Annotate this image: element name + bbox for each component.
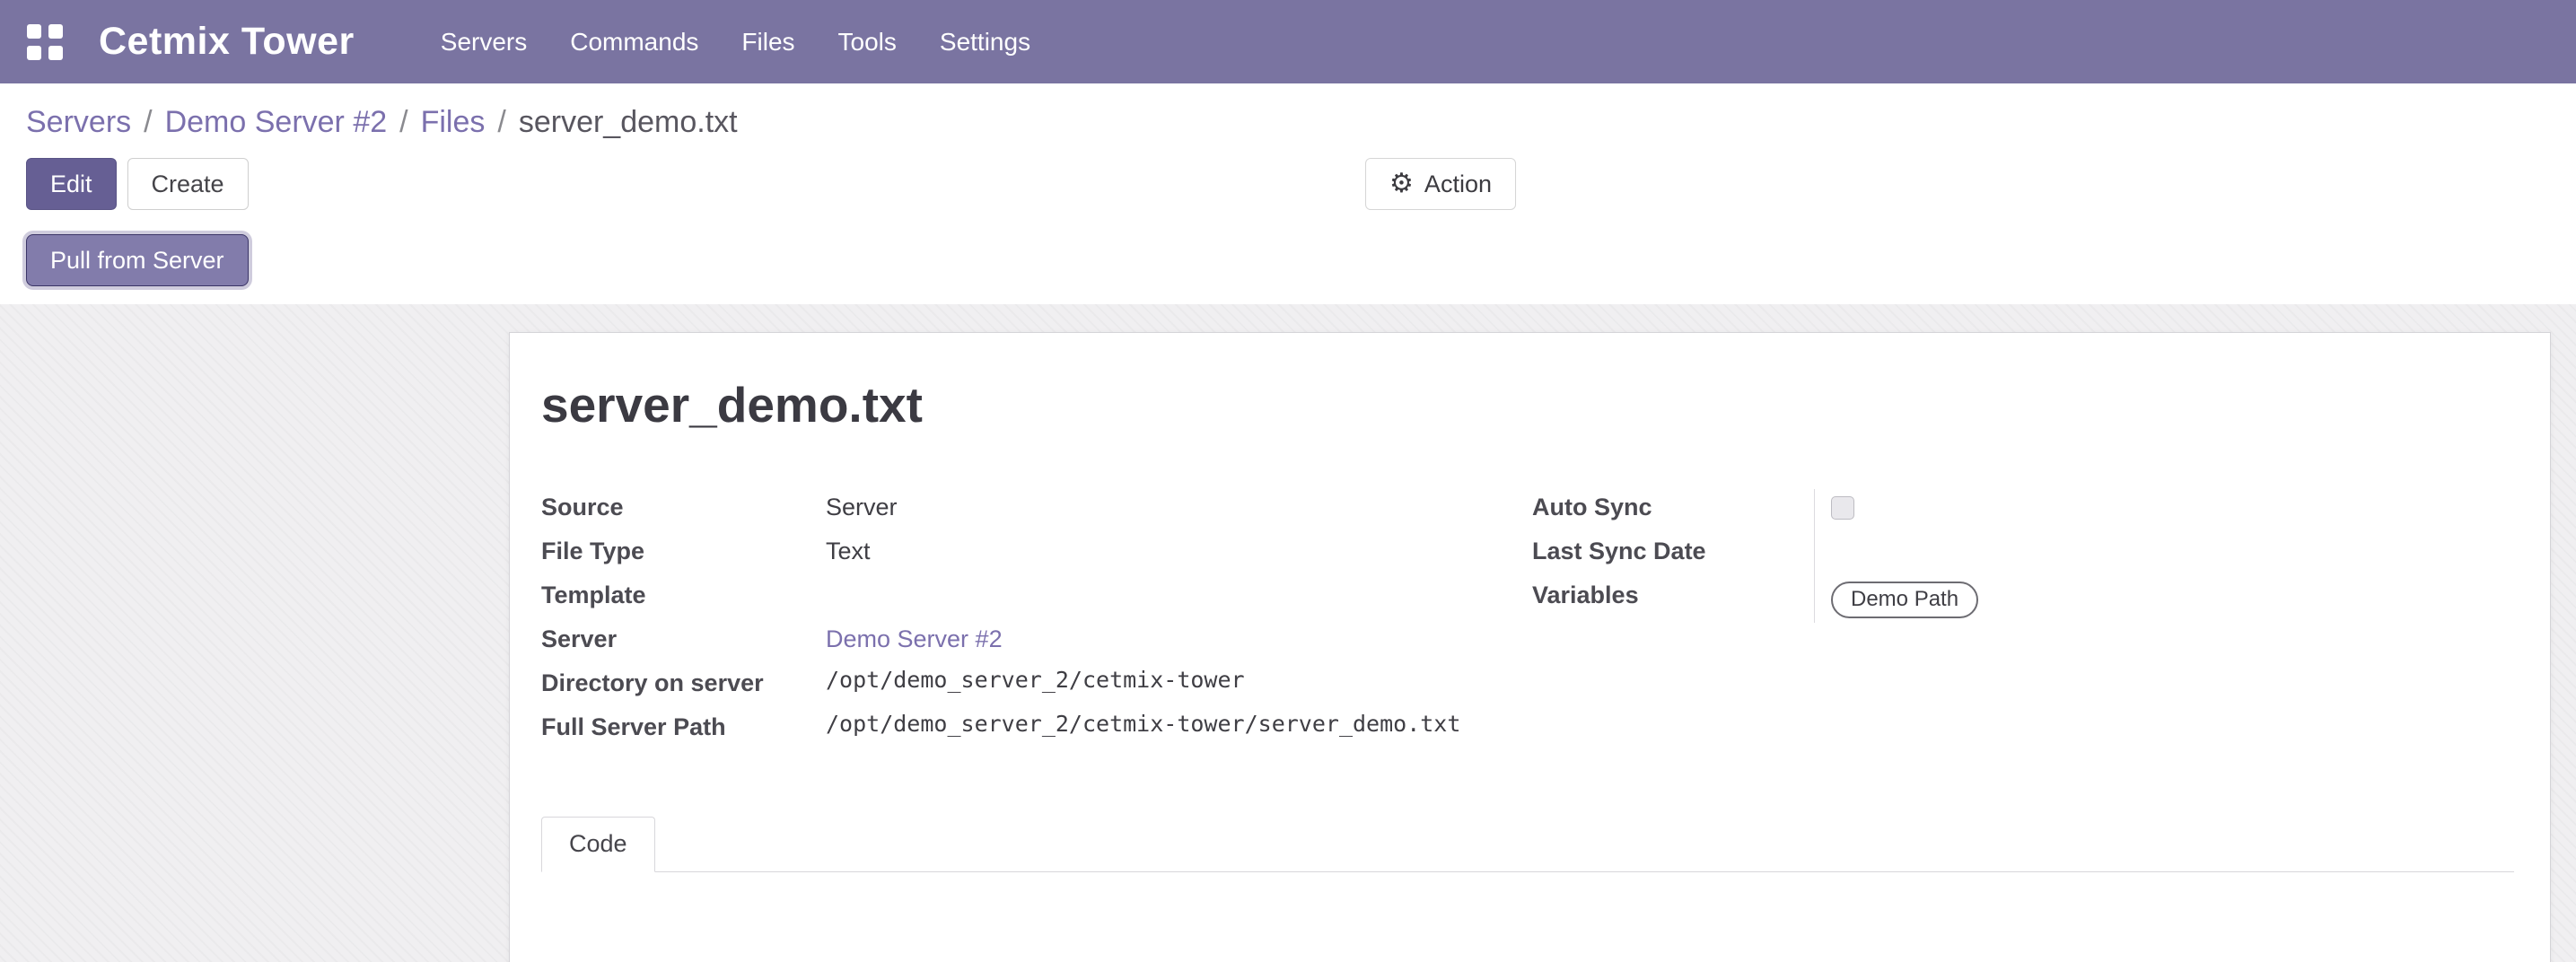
field-label-file-type: File Type (541, 533, 826, 577)
toolbar: Edit Create ⚙ Action (26, 158, 2576, 210)
edit-button[interactable]: Edit (26, 158, 117, 210)
create-button[interactable]: Create (127, 158, 249, 210)
control-panel: Servers / Demo Server #2 / Files / serve… (0, 83, 2576, 304)
field-value-template (826, 577, 1532, 621)
field-label-auto-sync: Auto Sync (1532, 489, 1814, 533)
app-brand[interactable]: Cetmix Tower (99, 20, 355, 64)
breadcrumb-servers[interactable]: Servers (26, 105, 131, 140)
field-value-variables: Demo Path (1814, 577, 2514, 623)
top-navbar: Cetmix Tower Servers Commands Files Tool… (0, 0, 2576, 83)
breadcrumb-separator: / (399, 105, 407, 140)
breadcrumb-demo-server[interactable]: Demo Server #2 (165, 105, 388, 140)
tab-code-content (541, 872, 2514, 962)
field-label-directory: Directory on server (541, 665, 826, 709)
server-link[interactable]: Demo Server #2 (826, 625, 1003, 653)
field-value-last-sync-date (1814, 533, 2514, 577)
record-title: server_demo.txt (541, 376, 2514, 433)
breadcrumb-separator: / (144, 105, 152, 140)
breadcrumb-files[interactable]: Files (421, 105, 486, 140)
menu-item-servers[interactable]: Servers (419, 12, 548, 73)
pull-from-server-button[interactable]: Pull from Server (26, 234, 249, 286)
field-label-variables: Variables (1532, 577, 1814, 623)
auto-sync-checkbox[interactable] (1831, 496, 1854, 520)
left-field-group: Source Server File Type Text Template Se… (541, 489, 1532, 753)
action-button-label: Action (1424, 159, 1492, 209)
field-groups: Source Server File Type Text Template Se… (541, 489, 2514, 753)
object-buttons-row: Pull from Server (26, 234, 2576, 286)
menu-item-files[interactable]: Files (720, 12, 816, 73)
form-sheet: server_demo.txt Source Server File Type … (509, 332, 2551, 962)
field-label-source: Source (541, 489, 826, 533)
content-area: server_demo.txt Source Server File Type … (0, 304, 2576, 962)
right-field-group: Auto Sync Last Sync Date Variables Demo … (1532, 489, 2514, 753)
notebook: Code (541, 816, 2514, 962)
apps-grid-icon[interactable] (27, 24, 63, 60)
field-label-last-sync-date: Last Sync Date (1532, 533, 1814, 577)
tabs-header: Code (541, 816, 2514, 872)
action-button[interactable]: ⚙ Action (1365, 158, 1516, 210)
breadcrumb-current: server_demo.txt (519, 105, 738, 140)
menu-item-settings[interactable]: Settings (918, 12, 1052, 73)
breadcrumb-separator: / (497, 105, 505, 140)
field-value-source: Server (826, 489, 1532, 533)
field-value-auto-sync (1814, 489, 2514, 533)
field-value-server: Demo Server #2 (826, 621, 1532, 665)
gear-icon: ⚙ (1389, 171, 1414, 197)
tab-code[interactable]: Code (541, 817, 655, 872)
main-menu: Servers Commands Files Tools Settings (419, 12, 1052, 73)
field-value-full-path: /opt/demo_server_2/cetmix-tower/server_d… (826, 709, 1532, 753)
field-value-file-type: Text (826, 533, 1532, 577)
breadcrumb: Servers / Demo Server #2 / Files / serve… (26, 105, 2576, 140)
field-label-full-path: Full Server Path (541, 709, 826, 753)
variable-tag-demo-path[interactable]: Demo Path (1831, 582, 1978, 618)
menu-item-tools[interactable]: Tools (817, 12, 918, 73)
field-label-server: Server (541, 621, 826, 665)
field-value-directory: /opt/demo_server_2/cetmix-tower (826, 665, 1532, 709)
field-label-template: Template (541, 577, 826, 621)
menu-item-commands[interactable]: Commands (548, 12, 720, 73)
